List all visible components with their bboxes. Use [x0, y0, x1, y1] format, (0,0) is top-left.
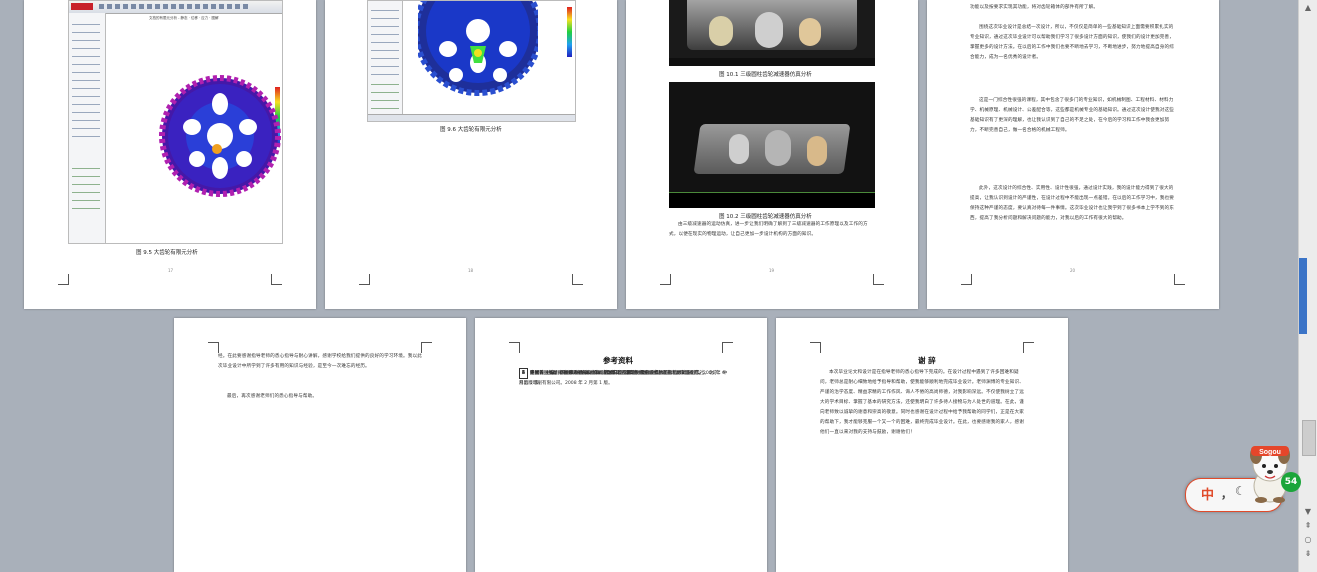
cad-screenshot: [367, 0, 576, 122]
body-paragraph: 最后，再次感谢老师们的悉心指导与帮助。: [227, 394, 318, 399]
crop-mark: [961, 274, 972, 285]
gearbox-render-2: [669, 82, 875, 208]
crop-mark: [58, 274, 69, 285]
document-page-1: 文档的有限元分析 - 静态 · 位移 · 应力 · 图解 图 9.5 大齿轮有限…: [24, 0, 316, 309]
prev-page-icon[interactable]: ⇞: [1302, 520, 1314, 532]
crop-mark: [873, 274, 884, 285]
gearbox-render-1: [669, 0, 875, 66]
page-number: 18: [468, 268, 474, 273]
page-number: 17: [168, 268, 174, 273]
solidworks-logo-icon: [71, 3, 93, 10]
document-page-7: 谢 辞 本次毕业论文和设计是在指导老师的悉心指导下完成的。在设计过程中遇到了许多…: [776, 318, 1068, 572]
reference-item: 6 王平，钱立新。SolidWorks 2012 造型设计项目案例解析。北京：清华…: [519, 368, 703, 379]
gear-fea-model: [159, 75, 281, 197]
body-paragraph: 此外，这次设计的综合性、实用性、设计性很强，通过设计实践，我的设计能力得到了很大…: [970, 186, 1174, 221]
figure-caption: 图 9.6 大齿轮有限元分析: [440, 127, 502, 133]
ime-punctuation-toggle[interactable]: ，: [1221, 486, 1232, 502]
figure-caption: 图 10.2 三级圆柱齿轮减速器仿真分析: [719, 214, 812, 220]
cad-screenshot: 文档的有限元分析 - 静态 · 位移 · 应力 · 图解: [68, 0, 283, 244]
notification-badge[interactable]: 54: [1281, 472, 1301, 492]
gear-fea-model: [418, 1, 538, 96]
document-page-4: 功能以及按要求实现其功能，将对齿轮箱体的部件有所了解。 围绕这次毕业设计是总结一…: [927, 0, 1219, 309]
crop-mark: [810, 342, 821, 353]
sogou-brand: Sogou: [1259, 449, 1281, 456]
document-page-6: 参考资料 1 许福玲 主编，张春林 陈敏 副主编。机械工程及自动化专业设计手册。机…: [475, 318, 767, 572]
select-browse-object-icon[interactable]: ○: [1302, 534, 1314, 546]
body-paragraph: 本次毕业论文和设计是在指导老师的悉心指导下完成的。在设计过程中遇到了许多困难和疑…: [820, 370, 1024, 435]
body-paragraph: 功能以及按要求实现其功能，将对齿轮箱体的部件有所了解。: [970, 5, 1099, 10]
crop-mark: [572, 274, 583, 285]
crop-mark: [1023, 342, 1034, 353]
body-paragraph: 由三级减速器的运动仿真，进一步让我们明确了解到了三级减速器的工作原理以及工作的方…: [669, 222, 868, 237]
body-paragraph: 经。在此要感谢指导老师的悉心指导与耐心讲解，感谢学校给我们提供的良好的学习环境。…: [218, 354, 422, 369]
page-number: 19: [769, 268, 775, 273]
page-title: 谢 辞: [918, 356, 936, 365]
body-paragraph: 围绕这次毕业设计是总结一次设计，所以，不仅仅是简单的一些基础知识上面需要积累扎实…: [970, 25, 1174, 60]
feature-manager-tree: [368, 1, 403, 119]
scroll-down-icon[interactable]: ▼: [1302, 506, 1314, 518]
crop-mark: [271, 274, 282, 285]
crop-mark: [1174, 274, 1185, 285]
sogou-ime-toolbar[interactable]: 中 ， ☾ Sogou 54: [1181, 442, 1301, 520]
body-paragraph: 这是一门综合性很强的课程，其中包含了很多门的专业知识，如机械制图、工程材料、材料…: [970, 98, 1174, 133]
page-number: 20: [1070, 268, 1076, 273]
page-title: 参考资料: [603, 356, 633, 365]
crop-mark: [509, 342, 520, 353]
cad-title-text: 文档的有限元分析 - 静态 · 位移 · 应力 · 图解: [149, 16, 219, 20]
figure-caption: 图 10.1 三级圆柱齿轮减速器仿真分析: [719, 72, 812, 78]
crop-mark: [359, 274, 370, 285]
feature-manager-tree: [69, 13, 106, 243]
side-panel-tab[interactable]: [1299, 258, 1307, 334]
stress-legend: [567, 7, 572, 57]
document-page-2: 图 9.6 大齿轮有限元分析 18: [325, 0, 617, 309]
crop-mark: [722, 342, 733, 353]
document-page-5: 经。在此要感谢指导老师的悉心指导与耐心讲解，感谢学校给我们提供的良好的学习环境。…: [174, 318, 466, 572]
ime-language-toggle[interactable]: 中: [1201, 484, 1214, 503]
cad-statusbar: [368, 114, 575, 121]
scroll-up-icon[interactable]: ▲: [1302, 2, 1314, 14]
next-page-icon[interactable]: ⇟: [1302, 548, 1314, 560]
scrollbar-thumb[interactable]: [1302, 420, 1316, 456]
document-page-3: 图 10.1 三级圆柱齿轮减速器仿真分析 图 10.2 三级圆柱齿轮减速器仿真分…: [626, 0, 918, 309]
crop-mark: [660, 274, 671, 285]
figure-caption: 图 9.5 大齿轮有限元分析: [136, 250, 198, 256]
